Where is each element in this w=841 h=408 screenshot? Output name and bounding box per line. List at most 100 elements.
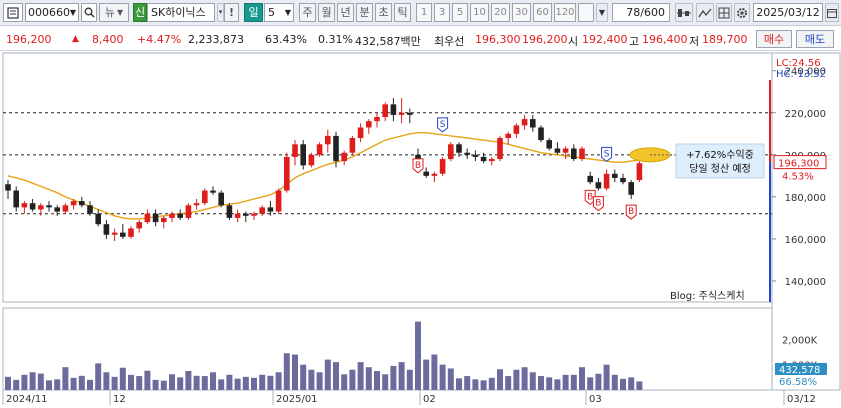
- news-label: 뉴: [104, 6, 115, 19]
- drawing-tool-icon[interactable]: [696, 3, 714, 22]
- volume-bar: [226, 374, 233, 390]
- candle-body: [111, 232, 118, 235]
- volume-tick-label: 2,000K: [782, 335, 818, 346]
- interval-120-button[interactable]: 120: [554, 3, 576, 22]
- x-tick-label: 03/12: [787, 394, 816, 405]
- interval-5-button[interactable]: 5: [452, 3, 468, 22]
- interval-30-button[interactable]: 30: [512, 3, 531, 22]
- interval-3-button[interactable]: 3: [434, 3, 450, 22]
- candle-body: [612, 173, 618, 178]
- volume-bar: [439, 364, 446, 390]
- volume-bar: [570, 374, 577, 390]
- interval-10-button[interactable]: 10: [470, 3, 489, 22]
- high-price: 196,400: [642, 33, 688, 46]
- candle-body: [218, 192, 224, 206]
- interval-label: 60: [536, 7, 549, 18]
- candle-body: [464, 152, 470, 155]
- last-price-label: 196,300: [778, 159, 819, 170]
- volume-pct-label: 66.58%: [779, 377, 817, 388]
- candle-body: [308, 154, 315, 166]
- volume-bar: [308, 369, 315, 390]
- candle-body: [407, 112, 413, 115]
- volume-bar: [37, 373, 44, 390]
- period-daily-button[interactable]: 일: [244, 3, 263, 22]
- quote-bar: 196,200 ▲ 8,400 +4.47% 2,233,873 63.43% …: [0, 27, 841, 51]
- bar-count-value: 78/600: [626, 6, 665, 19]
- period-tick-button[interactable]: 틱: [394, 3, 411, 22]
- candle-body: [620, 177, 626, 183]
- high-label: 고: [629, 35, 640, 48]
- gear-icon[interactable]: [734, 3, 750, 22]
- stock-name-field[interactable]: SK하이닉스: [147, 3, 215, 22]
- period-month-button[interactable]: 월: [318, 3, 335, 22]
- period-week-label: 주: [302, 6, 313, 19]
- period-year-button[interactable]: 년: [337, 3, 354, 22]
- candle-body: [226, 205, 233, 218]
- candle-body: [243, 213, 249, 216]
- sell-signal-label: S: [440, 120, 446, 130]
- interval-custom-input[interactable]: [578, 3, 594, 22]
- stock-code-value: 000660: [28, 6, 70, 19]
- volume-bar: [341, 374, 348, 390]
- volume-bar: [398, 362, 405, 390]
- low-price: 189,700: [702, 33, 748, 46]
- candle-body: [349, 138, 356, 153]
- chevron-down-icon[interactable]: ▼: [596, 3, 608, 22]
- layout-icon[interactable]: [716, 3, 732, 22]
- period-minute-button[interactable]: 분: [356, 3, 373, 22]
- credit-badge[interactable]: 신: [133, 3, 147, 22]
- best-ask: 196,300: [475, 33, 521, 46]
- volume-bar: [415, 321, 421, 390]
- period-second-button[interactable]: 초: [375, 3, 392, 22]
- calendar-icon[interactable]: [825, 3, 839, 22]
- period-week-button[interactable]: 주: [299, 3, 316, 22]
- volume-bar: [87, 379, 93, 390]
- candle-body: [120, 232, 126, 237]
- news-button[interactable]: 뉴 ▼: [99, 3, 129, 22]
- current-price: 196,200: [6, 33, 52, 46]
- volume-bar: [218, 379, 225, 390]
- date-field[interactable]: 2025/03/12: [753, 3, 823, 22]
- stock-name-arrow-icon[interactable]: ▾: [217, 3, 224, 22]
- bar-count-field[interactable]: 78/600: [612, 3, 670, 22]
- y-tick-label: 160,000: [785, 235, 826, 246]
- chart-settings-icon[interactable]: [3, 3, 23, 22]
- buy-button[interactable]: 매수: [756, 30, 792, 48]
- volume-bar: [119, 367, 126, 390]
- sell-button[interactable]: 매도: [796, 30, 834, 48]
- volume-bar: [546, 377, 553, 390]
- candle-body: [185, 205, 192, 218]
- price-change: 8,400: [92, 33, 124, 46]
- volume-bar: [554, 379, 561, 390]
- x-tick-label: 02: [423, 394, 436, 405]
- candle-body: [423, 171, 429, 176]
- buy-label: 매수: [763, 33, 785, 46]
- candle-body: [636, 163, 643, 181]
- buy-signal-label: B: [587, 192, 593, 202]
- volume-bar: [78, 375, 85, 390]
- crosshair-icon[interactable]: [675, 3, 693, 22]
- candle-body: [325, 135, 331, 145]
- open-price: 192,400: [582, 33, 628, 46]
- interval-20-button[interactable]: 20: [491, 3, 510, 22]
- interval-60-button[interactable]: 60: [533, 3, 552, 22]
- alert-button[interactable]: !: [224, 3, 239, 22]
- volume-bar: [169, 374, 175, 390]
- period-minute-label: 분: [359, 6, 370, 19]
- candle-body: [251, 213, 257, 216]
- candle-body: [571, 148, 577, 160]
- interval-1-button[interactable]: 1: [416, 3, 432, 22]
- period-count-select[interactable]: 5 ▼: [264, 3, 294, 22]
- chevron-down-icon: ▼: [116, 8, 124, 17]
- candle-body: [398, 112, 405, 115]
- volume-bar: [480, 380, 487, 390]
- volume-bar: [21, 374, 28, 390]
- price-chart[interactable]: 240,000220,000200,000180,000160,000140,0…: [0, 52, 841, 408]
- volume-bar: [324, 359, 331, 390]
- search-icon[interactable]: [81, 3, 97, 22]
- stock-code-input[interactable]: 000660 ▼: [25, 3, 79, 22]
- annotation-line-2: 당일 청산 예정: [689, 163, 751, 175]
- volume-bar: [152, 379, 159, 390]
- y-tick-label: 180,000: [785, 193, 826, 204]
- up-arrow-icon: ▲: [72, 34, 79, 44]
